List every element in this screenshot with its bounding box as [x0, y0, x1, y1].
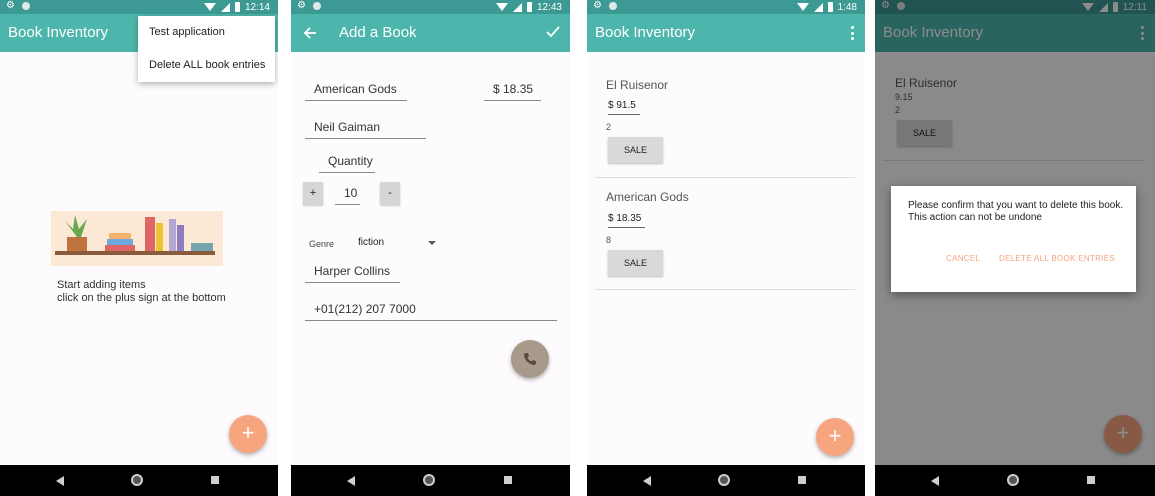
phone-icon — [524, 353, 536, 365]
price-value: $ 18.35 — [493, 82, 534, 96]
clock: 1:48 — [837, 1, 857, 13]
wifi-icon — [495, 3, 508, 11]
plus-icon: + — [241, 420, 255, 445]
nav-home-icon[interactable] — [423, 474, 435, 486]
screen-book-inventory-menu: ⚙ 12:14 Book Inventory Test application … — [0, 0, 278, 496]
dialog-message-line-1: Please confirm that you want to delete t… — [908, 200, 1124, 211]
battery-icon — [526, 2, 532, 12]
app-toolbar: Add a Book — [291, 14, 570, 52]
clock: 12:43 — [536, 1, 562, 13]
empty-state-text: Start adding items click on the plus sig… — [57, 279, 226, 305]
book-name-value: American Gods — [314, 82, 397, 96]
delete-all-button[interactable]: DELETE ALL BOOK ENTRIES — [999, 254, 1115, 263]
genre-label: Genre — [309, 239, 335, 249]
settings-icon: ⚙ — [593, 0, 602, 11]
nav-back-icon[interactable] — [347, 476, 355, 486]
overflow-menu-icon[interactable] — [851, 26, 855, 40]
book-quantity: 2 — [606, 122, 612, 132]
delete-confirm-dialog: Please confirm that you want to delete t… — [891, 186, 1136, 292]
nav-recents-icon[interactable] — [1087, 476, 1095, 484]
quantity-label: Quantity — [319, 154, 375, 173]
page-title: Add a Book — [339, 24, 417, 41]
quantity-value: 10 — [344, 186, 358, 200]
chevron-down-icon — [428, 241, 436, 245]
cancel-button[interactable]: CANCEL — [946, 254, 980, 263]
battery-icon — [234, 2, 240, 12]
notification-dot-icon — [22, 2, 30, 10]
empty-line-2: click on the plus sign at the bottom — [57, 292, 226, 304]
screen-add-book: ⚙ 12:43 Add a Book American Gods $ 18.35… — [291, 0, 570, 496]
notification-dot-icon — [609, 2, 617, 10]
book-price: $ 18.35 — [608, 213, 646, 228]
quantity-decrement-button[interactable]: - — [380, 182, 400, 205]
status-bar: ⚙ 1:48 — [587, 0, 865, 14]
signal-icon — [813, 2, 823, 12]
author-value: Neil Gaiman — [314, 120, 381, 134]
bookshelf-illustration — [51, 211, 223, 266]
clock: 12:14 — [244, 1, 270, 13]
genre-value: fiction — [358, 237, 385, 248]
quantity-input[interactable]: 10 — [335, 186, 360, 205]
dialog-message-line-2: This action can not be undone — [908, 212, 1042, 223]
publisher-value: Harper Collins — [314, 264, 391, 278]
app-title: Book Inventory — [8, 24, 109, 41]
check-icon[interactable] — [546, 26, 560, 38]
sale-button[interactable]: SALE — [608, 137, 663, 163]
menu-item-delete-all[interactable]: Delete ALL book entries — [149, 59, 265, 71]
book-name: El Ruisenor — [606, 78, 669, 92]
arrow-back-icon[interactable] — [303, 26, 317, 40]
wifi-icon — [203, 3, 216, 11]
list-divider — [595, 177, 855, 178]
sale-button[interactable]: SALE — [608, 250, 663, 276]
book-quantity: 8 — [606, 235, 612, 245]
wifi-icon — [796, 3, 809, 11]
signal-icon — [512, 2, 522, 12]
book-name: American Gods — [606, 190, 689, 204]
quantity-increment-button[interactable]: + — [303, 182, 323, 205]
settings-icon: ⚙ — [297, 0, 306, 11]
screen-delete-confirm: ⚙ 12:11 Book Inventory El Ruisenor 9.15 … — [875, 0, 1155, 496]
dialog-message: Please confirm that you want to delete t… — [908, 200, 1130, 224]
app-toolbar: Book Inventory — [587, 14, 865, 52]
settings-icon: ⚙ — [6, 0, 15, 11]
author-input[interactable]: Neil Gaiman — [305, 120, 426, 139]
publisher-input[interactable]: Harper Collins — [305, 264, 400, 283]
plus-icon: + — [828, 423, 842, 448]
book-name-input[interactable]: American Gods — [305, 82, 407, 101]
call-supplier-fab[interactable] — [511, 340, 549, 378]
overflow-menu: Test application Delete ALL book entries — [138, 16, 275, 82]
nav-bar — [587, 465, 865, 496]
menu-item-test-application[interactable]: Test application — [149, 26, 225, 38]
price-input[interactable]: $ 18.35 — [484, 82, 541, 101]
notification-dot-icon — [313, 2, 321, 10]
add-book-fab[interactable]: + — [229, 415, 267, 453]
book-price: $ 91.5 — [608, 100, 640, 115]
nav-bar — [291, 465, 570, 496]
nav-recents-icon[interactable] — [504, 476, 512, 484]
status-bar: ⚙ 12:43 — [291, 0, 570, 14]
nav-recents-icon[interactable] — [798, 476, 806, 484]
phone-input[interactable]: +01(212) 207 7000 — [305, 302, 557, 321]
status-bar: ⚙ 12:14 — [0, 0, 278, 14]
add-book-fab[interactable]: + — [816, 418, 854, 456]
list-divider — [595, 289, 855, 290]
nav-back-icon[interactable] — [931, 476, 939, 486]
screen-book-list: ⚙ 1:48 Book Inventory El Ruisenor $ 91.5… — [587, 0, 865, 496]
app-title: Book Inventory — [595, 24, 696, 41]
phone-value: +01(212) 207 7000 — [314, 302, 416, 316]
signal-icon — [220, 2, 230, 12]
nav-home-icon[interactable] — [1007, 474, 1019, 486]
nav-bar — [875, 465, 1155, 496]
nav-home-icon[interactable] — [131, 474, 143, 486]
nav-bar — [0, 465, 278, 496]
nav-back-icon[interactable] — [56, 476, 64, 486]
nav-home-icon[interactable] — [718, 474, 730, 486]
genre-select[interactable]: fiction — [358, 237, 436, 251]
empty-line-1: Start adding items — [57, 279, 146, 291]
nav-back-icon[interactable] — [643, 476, 651, 486]
battery-icon — [827, 2, 833, 12]
nav-recents-icon[interactable] — [211, 476, 219, 484]
